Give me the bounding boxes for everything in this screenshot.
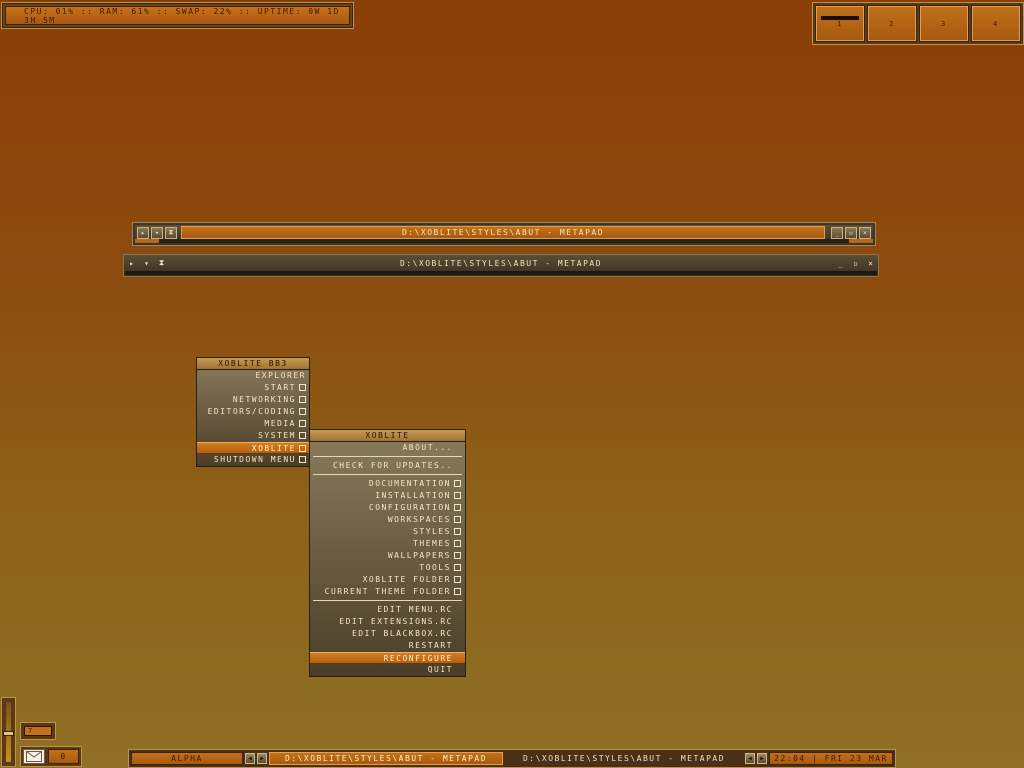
menu-item-label: EDITORS/CODING <box>207 407 296 416</box>
menu-item-check-updates[interactable]: CHECK FOR UPDATES.. <box>310 460 465 472</box>
menu-item-label: NETWORKING <box>232 395 296 404</box>
menu-item-edit-blackbox-rc[interactable]: EDIT BLACKBOX.RC <box>310 628 465 640</box>
window-shade-button[interactable]: ▾ <box>151 226 163 239</box>
maximize-button[interactable]: ▫ <box>845 226 857 239</box>
menu-item-configuration[interactable]: CONFIGURATION <box>310 502 465 514</box>
window-resize-handle[interactable] <box>135 239 873 243</box>
workspace-3[interactable]: 3 <box>919 5 969 42</box>
minimize-button[interactable]: _ <box>831 226 843 239</box>
task-prev-button[interactable]: ◀ <box>745 753 755 764</box>
window-menu-button[interactable]: ▸ <box>124 259 139 268</box>
window-resize-handle[interactable] <box>125 271 877 275</box>
menu-item-label: DOCUMENTATION <box>368 479 451 488</box>
menu-title: XOBLITE <box>310 430 465 442</box>
menu-item-wallpapers[interactable]: WALLPAPERS <box>310 550 465 562</box>
menu-item-workspaces[interactable]: WORKSPACES <box>310 514 465 526</box>
menu-item-styles[interactable]: STYLES <box>310 526 465 538</box>
window-sticky-button[interactable]: ⧗ <box>154 258 169 268</box>
slider-knob[interactable] <box>3 731 14 736</box>
menu-item-quit[interactable]: QUIT <box>310 664 465 676</box>
menu-item-xoblite-folder[interactable]: XOBLITE FOLDER <box>310 574 465 586</box>
xoblite-submenu: XOBLITE ABOUT... CHECK FOR UPDATES.. DOC… <box>309 429 466 677</box>
menu-separator <box>310 472 465 478</box>
window-title: D:\XOBLITE\STYLES\ABUT - METAPAD <box>399 258 603 268</box>
workspace-2[interactable]: 2 <box>867 5 917 42</box>
menu-item-start[interactable]: START <box>197 382 309 394</box>
menu-item-label: CONFIGURATION <box>368 503 451 512</box>
menu-item-editors-coding[interactable]: EDITORS/CODING <box>197 406 309 418</box>
workspace-label: 1 <box>837 19 843 28</box>
menu-item-edit-extensions-rc[interactable]: EDIT EXTENSIONS.RC <box>310 616 465 628</box>
menu-item-documentation[interactable]: DOCUMENTATION <box>310 478 465 490</box>
menu-item-label: CURRENT THEME FOLDER <box>324 587 451 596</box>
menu-separator <box>310 598 465 604</box>
menu-item-reconfigure[interactable]: RECONFIGURE <box>310 652 465 664</box>
window-sticky-button[interactable]: ⧗ <box>165 226 177 239</box>
close-button[interactable]: × <box>859 226 871 239</box>
volume-slider[interactable] <box>1 697 16 767</box>
menu-item-edit-menu-rc[interactable]: EDIT MENU.RC <box>310 604 465 616</box>
minimize-button[interactable]: _ <box>833 259 848 268</box>
window-menu-button[interactable]: ▸ <box>137 226 149 239</box>
menu-item-label: SHUTDOWN MENU <box>213 455 296 464</box>
menu-item-installation[interactable]: INSTALLATION <box>310 490 465 502</box>
menu-item-label: TOOLS <box>419 563 451 572</box>
menu-item-about[interactable]: ABOUT... <box>310 442 465 454</box>
menu-item-label: SYSTEM <box>258 431 296 440</box>
menu-item-label: MEDIA <box>264 419 296 428</box>
mail-count: 0 <box>48 749 79 764</box>
workspace-name[interactable]: ALPHA <box>131 752 243 765</box>
envelope-icon[interactable] <box>23 749 45 764</box>
workspace-label: 3 <box>941 19 947 28</box>
menu-item-networking[interactable]: NETWORKING <box>197 394 309 406</box>
task-button-active[interactable]: D:\XOBLITE\STYLES\ABUT - METAPAD <box>269 752 503 765</box>
workspace-pager: 1 2 3 4 <box>812 2 1024 45</box>
mini-widget-label: 7 <box>24 726 52 736</box>
close-button[interactable]: × <box>863 259 878 268</box>
workspace-label: 2 <box>889 19 895 28</box>
menu-item-explorer[interactable]: EXPLORER <box>197 370 309 382</box>
menu-item-media[interactable]: MEDIA <box>197 418 309 430</box>
menu-item-system[interactable]: SYSTEM <box>197 430 309 442</box>
menu-separator <box>310 454 465 460</box>
menu-item-label: WALLPAPERS <box>387 551 451 560</box>
mini-widget[interactable]: 7 <box>20 722 56 740</box>
task-button[interactable]: D:\XOBLITE\STYLES\ABUT - METAPAD <box>505 752 743 765</box>
menu-item-tools[interactable]: TOOLS <box>310 562 465 574</box>
workspace-label: 4 <box>993 19 999 28</box>
taskbar: ALPHA ◀ ▶ D:\XOBLITE\STYLES\ABUT - METAP… <box>128 749 896 768</box>
menu-item-label: THEMES <box>413 539 451 548</box>
maximize-button[interactable]: ▫ <box>848 259 863 268</box>
titlebar[interactable]: ▸ ▾ ⧗ D:\XOBLITE\STYLES\ABUT - METAPAD _… <box>135 225 873 240</box>
window-shade-button[interactable]: ▾ <box>139 259 154 268</box>
menu-item-label: START <box>264 383 296 392</box>
window-title: D:\XOBLITE\STYLES\ABUT - METAPAD <box>181 226 825 239</box>
menu-title: XOBLITE BB3 <box>197 358 309 370</box>
menu-item-label: XOBLITE FOLDER <box>362 575 451 584</box>
menu-item-themes[interactable]: THEMES <box>310 538 465 550</box>
metapad-window-inactive[interactable]: ▸ ▾ ⧗ D:\XOBLITE\STYLES\ABUT - METAPAD _… <box>123 254 879 277</box>
menu-item-label: STYLES <box>413 527 451 536</box>
mail-checker[interactable]: 0 <box>20 746 82 767</box>
menu-item-xoblite[interactable]: XOBLITE <box>197 442 309 454</box>
menu-item-restart[interactable]: RESTART <box>310 640 465 652</box>
clock: 22:04 | FRI 23 MAR <box>769 752 893 765</box>
metapad-window-active[interactable]: ▸ ▾ ⧗ D:\XOBLITE\STYLES\ABUT - METAPAD _… <box>132 222 876 246</box>
root-menu: XOBLITE BB3 EXPLORER START NETWORKING ED… <box>196 357 310 467</box>
workspace-4[interactable]: 4 <box>971 5 1021 42</box>
titlebar[interactable]: ▸ ▾ ⧗ D:\XOBLITE\STYLES\ABUT - METAPAD _… <box>124 255 878 271</box>
menu-item-label: INSTALLATION <box>375 491 451 500</box>
workspace-prev-button[interactable]: ◀ <box>245 753 255 764</box>
workspace-1[interactable]: 1 <box>815 5 865 42</box>
system-monitor: CPU: 01% :: RAM: 61% :: SWAP: 22% :: UPT… <box>1 2 354 29</box>
menu-item-current-theme-folder[interactable]: CURRENT THEME FOLDER <box>310 586 465 598</box>
workspace-next-button[interactable]: ▶ <box>257 753 267 764</box>
menu-item-label: WORKSPACES <box>387 515 451 524</box>
menu-item-label: XOBLITE <box>251 444 296 453</box>
task-next-button[interactable]: ▶ <box>757 753 767 764</box>
system-monitor-text: CPU: 01% :: RAM: 61% :: SWAP: 22% :: UPT… <box>5 6 350 25</box>
menu-item-shutdown-menu[interactable]: SHUTDOWN MENU <box>197 454 309 466</box>
